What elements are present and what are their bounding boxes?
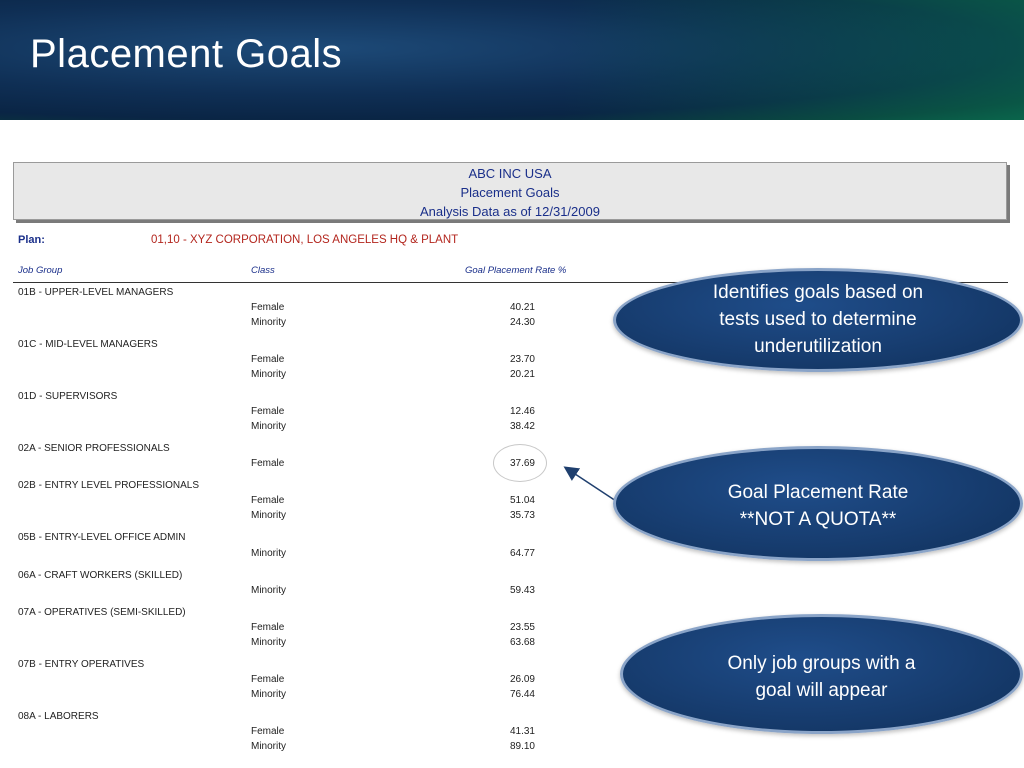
job-group-label: 02B - ENTRY LEVEL PROFESSIONALS: [18, 480, 199, 491]
rate-cell: 59.43: [509, 585, 535, 596]
rate-cell: 64.77: [509, 548, 535, 559]
report-company: ABC INC USA: [468, 166, 552, 181]
rate-cell: 23.70: [509, 354, 535, 365]
callout-line: underutilization: [754, 336, 882, 357]
rate-cell: 89.10: [509, 741, 535, 752]
callout-bubble-only-goals: Only job groups with a goal will appear: [620, 614, 1023, 734]
rate-cell: 38.42: [509, 421, 535, 432]
job-group-label: 01C - MID-LEVEL MANAGERS: [18, 339, 158, 350]
job-group-label: 05B - ENTRY-LEVEL OFFICE ADMIN: [18, 532, 186, 543]
class-cell: Minority: [251, 317, 287, 328]
rate-cell: 40.21: [509, 302, 535, 313]
plan-label: Plan:: [18, 234, 45, 246]
rate-cell: 41.31: [509, 726, 535, 737]
class-cell: Female: [251, 354, 285, 365]
class-cell: Minority: [251, 510, 287, 521]
column-header-job-group: Job Group: [18, 265, 63, 276]
class-cell: Female: [251, 302, 285, 313]
class-cell: Minority: [251, 689, 287, 700]
job-group-label: 08A - LABORERS: [18, 711, 99, 722]
class-cell: Female: [251, 495, 285, 506]
job-group-label: 02A - SENIOR PROFESSIONALS: [18, 443, 170, 454]
callout-line: **NOT A QUOTA**: [739, 509, 897, 530]
class-cell: Minority: [251, 369, 287, 380]
class-cell: Female: [251, 674, 285, 685]
job-group-label: 01B - UPPER-LEVEL MANAGERS: [18, 287, 174, 298]
callout-line: tests used to determine: [719, 309, 917, 330]
rate-cell: 26.09: [509, 674, 535, 685]
class-cell: Female: [251, 406, 285, 417]
report-date: Analysis Data as of 12/31/2009: [420, 204, 600, 219]
report-header: ABC INC USA Placement Goals Analysis Dat…: [13, 162, 1007, 220]
callout-bubble-goals: Identifies goals based on tests used to …: [613, 268, 1023, 372]
report-title: Placement Goals: [460, 185, 560, 200]
class-cell: Minority: [251, 741, 287, 752]
rate-cell: 76.44: [509, 689, 535, 700]
class-cell: Minority: [251, 637, 287, 648]
callout-bubble-not-quota: Goal Placement Rate **NOT A QUOTA**: [613, 446, 1023, 561]
class-cell: Female: [251, 622, 285, 633]
class-cell: Female: [251, 458, 285, 469]
column-header-class: Class: [251, 265, 275, 276]
job-group-label: 01D - SUPERVISORS: [18, 391, 118, 402]
rate-cell: 20.21: [509, 369, 535, 380]
callout-line: Goal Placement Rate: [727, 482, 909, 503]
plan-value: 01,10 - XYZ CORPORATION, LOS ANGELES HQ …: [151, 234, 459, 246]
callout-line: Only job groups with a: [727, 653, 916, 674]
job-group-label: 07A - OPERATIVES (SEMI-SKILLED): [18, 607, 186, 618]
class-cell: Minority: [251, 548, 287, 559]
callout-line: goal will appear: [755, 680, 888, 701]
rate-cell: 35.73: [509, 510, 535, 521]
title-banner: Placement Goals: [0, 0, 1024, 120]
class-cell: Minority: [251, 421, 287, 432]
rate-cell: 23.55: [509, 622, 535, 633]
highlight-circle: [493, 444, 547, 482]
column-header-goal-rate: Goal Placement Rate %: [465, 265, 567, 276]
rate-cell: 12.46: [509, 406, 535, 417]
rate-cell: 24.30: [509, 317, 535, 328]
rate-cell: 63.68: [509, 637, 535, 648]
slide-title: Placement Goals: [30, 32, 343, 76]
callout-line: Identifies goals based on: [712, 282, 924, 303]
job-group-label: 07B - ENTRY OPERATIVES: [18, 659, 145, 670]
rate-cell: 51.04: [509, 495, 535, 506]
class-cell: Female: [251, 726, 285, 737]
job-group-label: 06A - CRAFT WORKERS (SKILLED): [18, 570, 183, 581]
class-cell: Minority: [251, 585, 287, 596]
